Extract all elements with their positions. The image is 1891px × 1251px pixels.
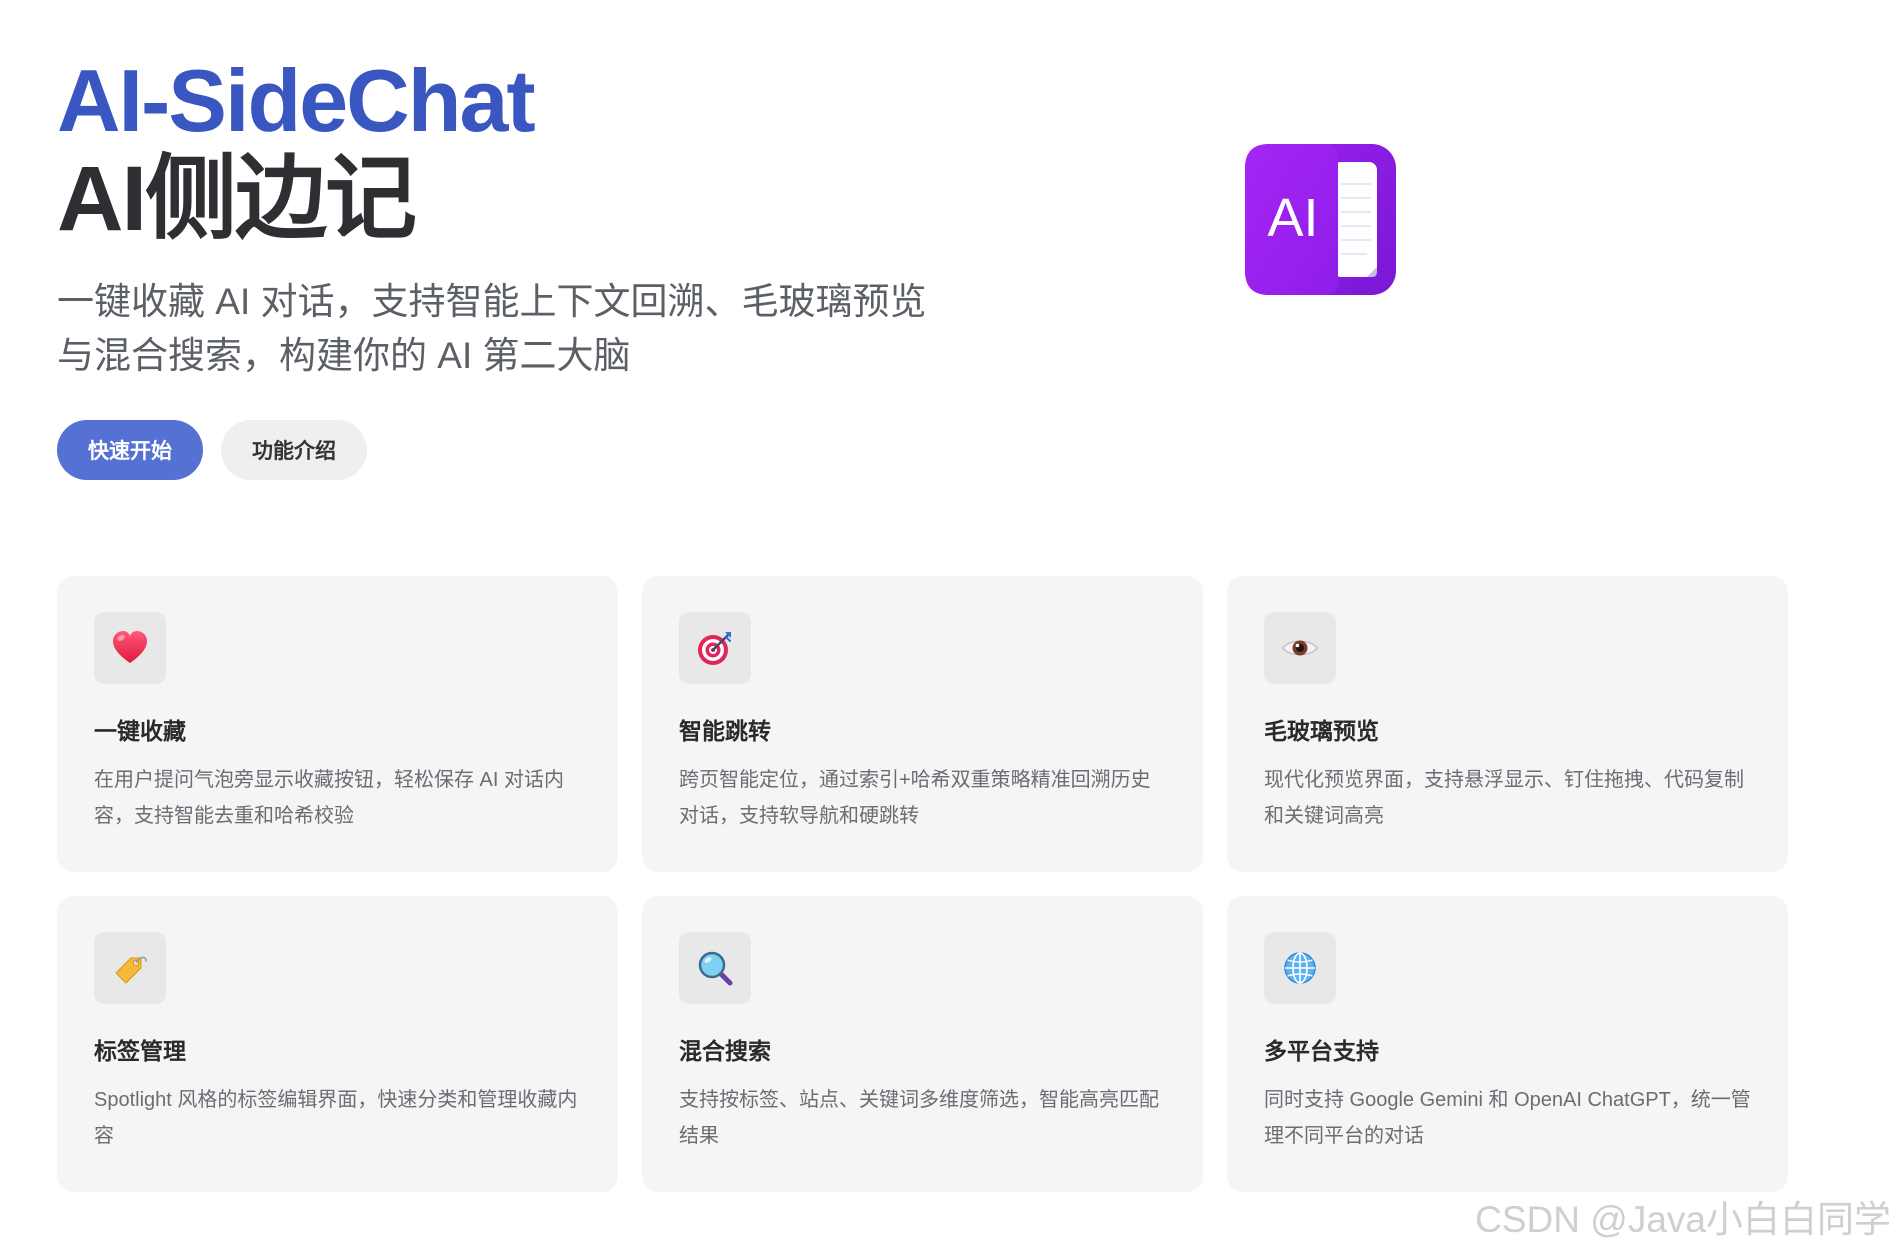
feature-card: 标签管理 Spotlight 风格的标签编辑界面，快速分类和管理收藏内容 xyxy=(57,896,618,1192)
feature-intro-button[interactable]: 功能介绍 xyxy=(221,420,367,480)
globe-icon xyxy=(1264,932,1336,1004)
feature-description: 支持按标签、站点、关键词多维度筛选，智能高亮匹配结果 xyxy=(679,1089,1159,1147)
feature-card: 多平台支持 同时支持 Google Gemini 和 OpenAI ChatGP… xyxy=(1227,896,1788,1192)
feature-description: Spotlight 风格的标签编辑界面，快速分类和管理收藏内容 xyxy=(94,1089,578,1147)
feature-card: 智能跳转 跨页智能定位，通过索引+哈希双重策略精准回溯历史对话，支持软导航和硬跳… xyxy=(642,576,1203,872)
logo-text: AI xyxy=(1267,188,1318,248)
eye-icon xyxy=(1264,612,1336,684)
feature-card: 一键收藏 在用户提问气泡旁显示收藏按钮，轻松保存 AI 对话内容，支持智能去重和… xyxy=(57,576,618,872)
heart-icon xyxy=(94,612,166,684)
csdn-watermark: CSDN @Java小白白同学 xyxy=(1475,1199,1891,1240)
feature-description: 现代化预览界面，支持悬浮显示、钉住拖拽、代码复制和关键词高亮 xyxy=(1264,769,1744,827)
feature-title: 多平台支持 xyxy=(1264,1038,1379,1064)
hero-subtitle: AI侧边记 xyxy=(57,148,417,250)
feature-title: 毛玻璃预览 xyxy=(1264,718,1379,744)
feature-description: 同时支持 Google Gemini 和 OpenAI ChatGPT，统一管理… xyxy=(1264,1089,1751,1147)
feature-title: 混合搜索 xyxy=(679,1038,771,1064)
feature-title: 智能跳转 xyxy=(679,718,771,744)
hero-section: AI-SideChat AI侧边记 一键收藏 AI 对话，支持智能上下文回溯、毛… xyxy=(57,55,1157,383)
feature-title: 标签管理 xyxy=(94,1038,186,1064)
target-icon xyxy=(679,612,751,684)
quick-start-button[interactable]: 快速开始 xyxy=(57,420,203,480)
feature-grid: 一键收藏 在用户提问气泡旁显示收藏按钮，轻松保存 AI 对话内容，支持智能去重和… xyxy=(57,576,1788,1192)
magnifier-icon xyxy=(679,932,751,1004)
feature-description: 在用户提问气泡旁显示收藏按钮，轻松保存 AI 对话内容，支持智能去重和哈希校验 xyxy=(94,769,565,827)
hero-actions: 快速开始 功能介绍 xyxy=(57,420,367,480)
hero-description-line: 与混合搜索，构建你的 AI 第二大脑 xyxy=(57,335,631,376)
feature-card: 混合搜索 支持按标签、站点、关键词多维度筛选，智能高亮匹配结果 xyxy=(642,896,1203,1192)
feature-card: 毛玻璃预览 现代化预览界面，支持悬浮显示、钉住拖拽、代码复制和关键词高亮 xyxy=(1227,576,1788,872)
tag-icon xyxy=(94,932,166,1004)
hero-description: 一键收藏 AI 对话，支持智能上下文回溯、毛玻璃预览 与混合搜索，构建你的 AI… xyxy=(57,275,1157,383)
feature-title: 一键收藏 xyxy=(94,718,186,744)
hero-description-line: 一键收藏 AI 对话，支持智能上下文回溯、毛玻璃预览 xyxy=(57,281,927,322)
feature-description: 跨页智能定位，通过索引+哈希双重策略精准回溯历史对话，支持软导航和硬跳转 xyxy=(679,769,1151,827)
ai-document-logo-icon: AI xyxy=(1245,144,1396,295)
hero-title: AI-SideChat xyxy=(57,51,536,150)
